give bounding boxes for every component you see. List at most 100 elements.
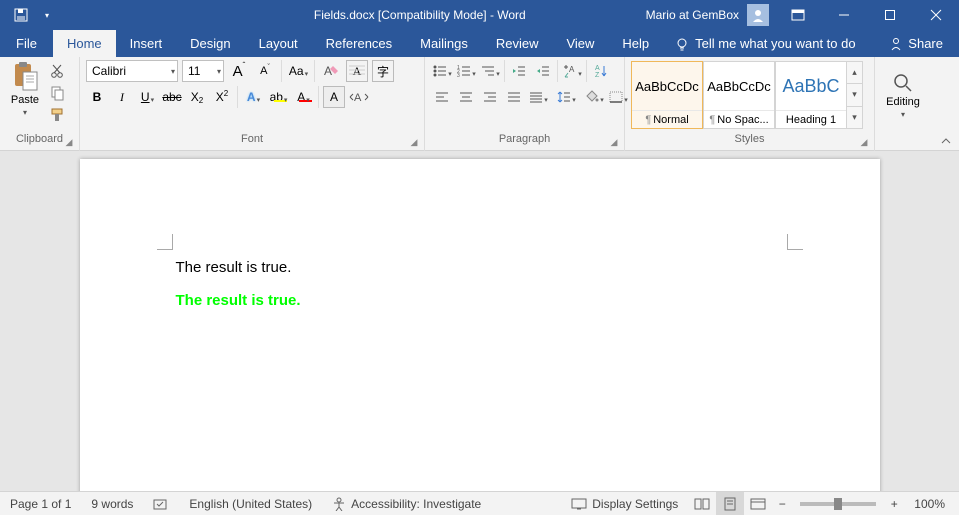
paste-button[interactable]: Paste ▾ [6,60,44,117]
superscript-button[interactable]: X2 [211,86,233,108]
zoom-level[interactable]: 100% [904,492,959,515]
style-no-spacing-preview: AaBbCcDc [704,62,774,110]
align-center-button[interactable] [455,86,477,108]
view-print-layout[interactable] [716,492,744,515]
clear-formatting-button[interactable]: A [320,60,342,82]
shrink-font-button[interactable]: Aˇ [254,60,276,82]
collapse-ribbon-button[interactable] [939,134,953,148]
styles-expand[interactable]: ▾ [847,107,862,128]
tab-insert[interactable]: Insert [116,30,177,57]
maximize-button[interactable] [867,0,913,30]
group-font: Calibri ▾ 11 ▾ Aˆ Aˇ Aa▾ A A [80,57,425,151]
style-heading-1[interactable]: AaBbC Heading 1 [775,61,847,129]
document-page[interactable]: The result is true. The result is true. [80,159,880,491]
numbering-button[interactable]: 123▾ [455,60,477,82]
ribbon-display-options-icon[interactable] [775,0,821,30]
style-no-spacing[interactable]: AaBbCcDc ¶No Spac... [703,61,775,129]
enclose-characters-button[interactable]: 字 [372,60,394,82]
fit-text-button[interactable]: A [348,86,370,108]
dialog-launcher-styles[interactable]: ◢ [858,137,870,149]
asian-layout-button[interactable]: A▾ [561,60,583,82]
user-account[interactable]: Mario at GemBox [640,4,775,26]
dialog-launcher-font[interactable]: ◢ [408,137,420,149]
tell-me-search[interactable]: Tell me what you want to do [663,30,873,57]
svg-text:A: A [595,65,600,72]
multilevel-list-button[interactable]: ▾ [479,60,501,82]
minimize-button[interactable] [821,0,867,30]
font-color-button[interactable]: A▾ [292,86,314,108]
justify-button[interactable] [503,86,525,108]
styles-scroll-down[interactable]: ▾ [847,84,862,106]
tab-layout[interactable]: Layout [245,30,312,57]
cut-button[interactable] [48,62,66,80]
status-page[interactable]: Page 1 of 1 [0,492,81,515]
paste-icon [9,60,41,92]
doc-line-2[interactable]: The result is true. [176,292,301,309]
status-language[interactable]: English (United States) [179,492,322,515]
distributed-button[interactable]: ▾ [527,86,549,108]
character-border-button[interactable]: A [323,86,345,108]
group-label-font: Font ◢ [80,133,424,151]
editing-label: Editing [886,96,920,108]
find-icon [892,72,914,94]
decrease-indent-button[interactable] [508,60,530,82]
change-case-button[interactable]: Aa▾ [287,60,309,82]
zoom-in-button[interactable]: + [884,497,904,511]
share-button[interactable]: Share [873,30,959,57]
tab-home[interactable]: Home [53,30,116,57]
tab-file[interactable]: File [0,30,53,57]
align-right-button[interactable] [479,86,501,108]
zoom-slider[interactable] [800,502,876,506]
character-shading-button[interactable]: A [346,60,368,82]
shading-button[interactable]: ▾ [583,86,605,108]
tab-view[interactable]: View [552,30,608,57]
highlight-button[interactable]: ab▾ [267,86,289,108]
style-normal[interactable]: AaBbCcDc ¶Normal [631,61,703,129]
underline-button[interactable]: U▾ [136,86,158,108]
tab-help[interactable]: Help [608,30,663,57]
dialog-launcher-clipboard[interactable]: ◢ [63,137,75,149]
close-button[interactable] [913,0,959,30]
zoom-out-button[interactable]: − [772,497,792,511]
strikethrough-button[interactable]: abc [161,86,183,108]
doc-line-1[interactable]: The result is true. [176,259,301,276]
qat-dropdown-icon[interactable]: ▾ [36,4,58,26]
save-icon[interactable] [10,4,32,26]
status-display-settings[interactable]: Display Settings [561,492,688,515]
subscript-button[interactable]: X2 [186,86,208,108]
styles-gallery-scroller: ▴ ▾ ▾ [847,61,863,129]
italic-button[interactable]: I [111,86,133,108]
view-web-layout[interactable] [744,492,772,515]
document-content[interactable]: The result is true. The result is true. [176,259,301,309]
zoom-slider-thumb[interactable] [834,498,842,510]
view-read-mode[interactable] [688,492,716,515]
dialog-launcher-paragraph[interactable]: ◢ [608,137,620,149]
group-styles: AaBbCcDc ¶Normal AaBbCcDc ¶No Spac... Aa… [625,57,875,151]
document-area[interactable]: The result is true. The result is true. [0,151,959,491]
group-clipboard: Paste ▾ Clipboard ◢ [0,57,80,151]
sort-button[interactable]: AZ [590,60,612,82]
text-effects-button[interactable]: A▾ [242,86,264,108]
bullets-button[interactable]: ▾ [431,60,453,82]
bold-button[interactable]: B [86,86,108,108]
group-editing: Editing ▾ [875,57,931,151]
tab-design[interactable]: Design [176,30,244,57]
tab-mailings[interactable]: Mailings [406,30,482,57]
svg-text:A: A [354,92,362,104]
grow-font-button[interactable]: Aˆ [228,60,250,82]
status-spellcheck-icon[interactable] [143,492,179,515]
styles-scroll-up[interactable]: ▴ [847,62,862,84]
align-left-button[interactable] [431,86,453,108]
font-name-combo[interactable]: Calibri ▾ [86,60,178,82]
chevron-down-icon: ▾ [23,108,27,117]
editing-button[interactable]: Editing ▾ [875,57,931,133]
line-spacing-button[interactable]: ▾ [555,86,577,108]
status-word-count[interactable]: 9 words [81,492,143,515]
format-painter-button[interactable] [48,106,66,124]
tab-references[interactable]: References [312,30,406,57]
increase-indent-button[interactable] [532,60,554,82]
copy-button[interactable] [48,84,66,102]
status-accessibility[interactable]: Accessibility: Investigate [322,492,491,515]
font-size-combo[interactable]: 11 ▾ [182,60,224,82]
tab-review[interactable]: Review [482,30,553,57]
